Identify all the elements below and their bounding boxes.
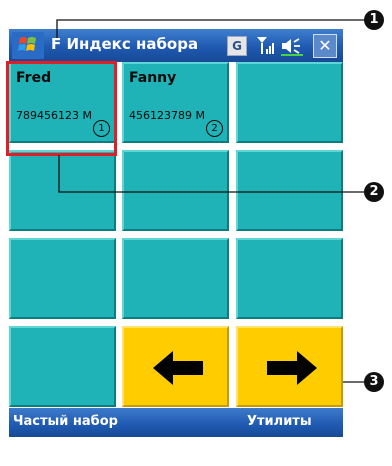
title-bar: F Индекс набора G ✕ — [9, 29, 343, 62]
speed-dial-tile-9[interactable] — [236, 238, 343, 319]
contact-name: Fanny — [129, 70, 177, 86]
signal-icon[interactable] — [255, 34, 277, 56]
contact-number: 456123789 M — [129, 109, 205, 122]
callout-badge-2: 2 — [364, 182, 384, 202]
speed-dial-tile-5[interactable] — [122, 150, 229, 231]
windows-start-icon[interactable] — [12, 32, 44, 59]
arrow-right-icon — [267, 351, 317, 385]
softkey-right[interactable]: Утилиты — [247, 414, 312, 429]
next-page-button[interactable] — [236, 326, 343, 407]
callout-badge-1: 1 — [364, 10, 384, 30]
speed-dial-tile-10[interactable] — [9, 326, 116, 407]
speed-dial-tile-6[interactable] — [236, 150, 343, 231]
menu-bar: Частый набор Утилиты — [9, 408, 343, 437]
window-title: F Индекс набора — [51, 35, 199, 53]
g-icon[interactable]: G — [227, 36, 247, 56]
speed-dial-tile-2[interactable]: Fanny 456123789 M 2 — [122, 62, 229, 143]
speed-dial-tile-8[interactable] — [122, 238, 229, 319]
selection-highlight — [6, 61, 117, 156]
speed-dial-tile-3[interactable] — [236, 62, 343, 143]
callout-badge-3: 3 — [364, 372, 384, 392]
speed-dial-tile-4[interactable] — [9, 150, 116, 231]
arrow-left-icon — [153, 351, 203, 385]
softkey-left[interactable]: Частый набор — [13, 414, 118, 429]
close-icon[interactable]: ✕ — [313, 34, 337, 58]
index-badge: 2 — [206, 120, 223, 137]
previous-page-button[interactable] — [122, 326, 229, 407]
speaker-icon[interactable] — [279, 35, 305, 57]
speed-dial-tile-7[interactable] — [9, 238, 116, 319]
